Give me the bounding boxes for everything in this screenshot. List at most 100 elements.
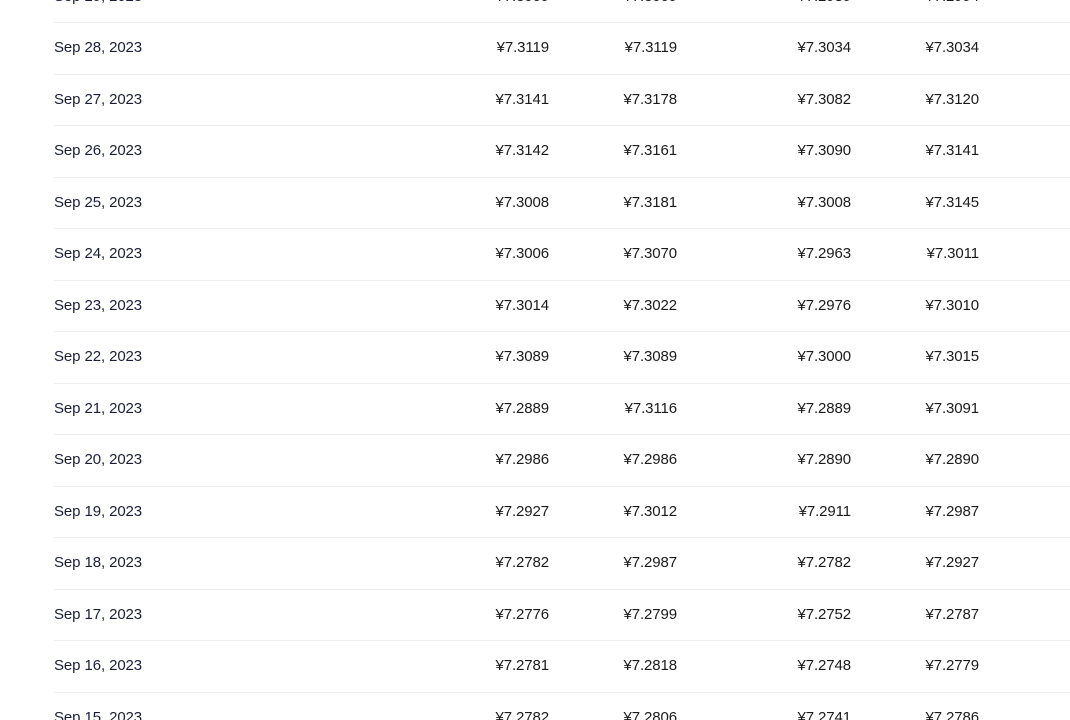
cell-high: ¥7.3181 <box>549 177 677 229</box>
cell-date: Sep 21, 2023 <box>54 383 401 435</box>
cell-date: Sep 22, 2023 <box>54 331 401 384</box>
cell-high: ¥7.3070 <box>549 228 677 281</box>
cell-low: ¥7.3090 <box>677 125 851 178</box>
cell-close: ¥7.2787 <box>851 589 979 641</box>
cell-date: Sep 29, 2023 <box>54 0 401 23</box>
table-row[interactable]: Sep 20, 2023 ¥7.2986 ¥7.2986 ¥7.2890 ¥7.2890 <box>0 434 1070 487</box>
row-left-gutter <box>0 538 54 590</box>
row-left-gutter <box>0 332 54 384</box>
cell-close: ¥7.2927 <box>851 537 979 590</box>
table-body: Sep 29, 2023¥7.3009¥7.3009¥7.2989¥7.2994… <box>0 0 1070 720</box>
row-left-gutter <box>0 23 54 75</box>
cell-open: ¥7.2986 <box>401 434 549 487</box>
row-right-gutter <box>979 280 1070 332</box>
cell-open: ¥7.3006 <box>401 228 549 281</box>
exchange-rate-history-panel: Sep 29, 2023¥7.3009¥7.3009¥7.2989¥7.2994… <box>0 0 1070 720</box>
row-right-gutter <box>979 589 1070 641</box>
row-left-gutter <box>0 126 54 178</box>
cell-high: ¥7.3009 <box>549 0 677 23</box>
cell-date: Sep 17, 2023 <box>54 589 401 641</box>
cell-open: ¥7.3089 <box>401 331 549 384</box>
cell-low: ¥7.3008 <box>677 177 851 229</box>
cell-date: Sep 15, 2023 <box>54 692 401 720</box>
cell-close: ¥7.2786 <box>851 692 979 720</box>
row-right-gutter <box>979 383 1070 435</box>
cell-close: ¥7.3034 <box>851 22 979 75</box>
cell-open: ¥7.2776 <box>401 589 549 641</box>
cell-close: ¥7.2987 <box>851 486 979 538</box>
cell-low: ¥7.2748 <box>677 640 851 693</box>
cell-date: Sep 25, 2023 <box>54 177 401 229</box>
cell-date: Sep 27, 2023 <box>54 74 401 126</box>
table-row[interactable]: Sep 17, 2023 ¥7.2776 ¥7.2799 ¥7.2752 ¥7.2787 <box>0 589 1070 641</box>
table-row[interactable]: Sep 24, 2023 ¥7.3006 ¥7.3070 ¥7.2963 ¥7.3011 <box>0 228 1070 281</box>
row-right-gutter <box>979 640 1070 693</box>
table-row[interactable]: Sep 26, 2023 ¥7.3142 ¥7.3161 ¥7.3090 ¥7.3141 <box>0 125 1070 178</box>
cell-low: ¥7.3000 <box>677 331 851 384</box>
cell-date: Sep 20, 2023 <box>54 434 401 487</box>
row-left-gutter <box>0 641 54 693</box>
cell-open: ¥7.3009 <box>401 0 549 23</box>
table-row[interactable]: Sep 15, 2023 ¥7.2782 ¥7.2806 ¥7.2741 ¥7.2786 <box>0 692 1070 720</box>
row-right-gutter <box>979 22 1070 75</box>
row-left-gutter <box>0 280 54 332</box>
table-row[interactable]: Sep 27, 2023 ¥7.3141 ¥7.3178 ¥7.3082 ¥7.3120 <box>0 74 1070 126</box>
row-right-gutter <box>979 692 1070 720</box>
cell-open: ¥7.2782 <box>401 692 549 720</box>
cell-date: Sep 28, 2023 <box>54 22 401 75</box>
cell-high: ¥7.2986 <box>549 434 677 487</box>
cell-date: Sep 19, 2023 <box>54 486 401 538</box>
cell-high: ¥7.3161 <box>549 125 677 178</box>
cell-low: ¥7.2989 <box>677 0 851 23</box>
cell-date: Sep 24, 2023 <box>54 228 401 281</box>
table-row[interactable]: Sep 28, 2023 ¥7.3119 ¥7.3119 ¥7.3034 ¥7.3034 <box>0 22 1070 75</box>
cell-close: ¥7.2994 <box>851 0 979 23</box>
cell-close: ¥7.3091 <box>851 383 979 435</box>
cell-low: ¥7.2782 <box>677 537 851 590</box>
cell-high: ¥7.2799 <box>549 589 677 641</box>
cell-date: Sep 18, 2023 <box>54 537 401 590</box>
cell-open: ¥7.3141 <box>401 74 549 126</box>
table-row[interactable]: Sep 23, 2023 ¥7.3014 ¥7.3022 ¥7.2976 ¥7.3010 <box>0 280 1070 332</box>
table-row[interactable]: Sep 21, 2023 ¥7.2889 ¥7.3116 ¥7.2889 ¥7.3091 <box>0 383 1070 435</box>
table-row[interactable]: Sep 18, 2023 ¥7.2782 ¥7.2987 ¥7.2782 ¥7.2927 <box>0 537 1070 590</box>
row-right-gutter <box>979 331 1070 384</box>
cell-high: ¥7.2987 <box>549 537 677 590</box>
cell-low: ¥7.2741 <box>677 692 851 720</box>
cell-low: ¥7.3034 <box>677 22 851 75</box>
cell-high: ¥7.3178 <box>549 74 677 126</box>
cell-low: ¥7.2890 <box>677 434 851 487</box>
row-left-gutter <box>0 0 54 23</box>
cell-close: ¥7.3120 <box>851 74 979 126</box>
table-row[interactable]: Sep 22, 2023 ¥7.3089 ¥7.3089 ¥7.3000 ¥7.3015 <box>0 331 1070 384</box>
table-row[interactable]: Sep 25, 2023 ¥7.3008 ¥7.3181 ¥7.3008 ¥7.3145 <box>0 177 1070 229</box>
cell-close: ¥7.2890 <box>851 434 979 487</box>
table-row[interactable]: Sep 19, 2023 ¥7.2927 ¥7.3012 ¥7.2911 ¥7.2987 <box>0 486 1070 538</box>
table-row[interactable]: Sep 16, 2023 ¥7.2781 ¥7.2818 ¥7.2748 ¥7.2779 <box>0 640 1070 693</box>
cell-open: ¥7.2927 <box>401 486 549 538</box>
cell-high: ¥7.3119 <box>549 22 677 75</box>
row-left-gutter <box>0 589 54 641</box>
row-right-gutter <box>979 537 1070 590</box>
cell-close: ¥7.3011 <box>851 228 979 281</box>
table-row[interactable]: Sep 29, 2023¥7.3009¥7.3009¥7.2989¥7.2994 <box>0 0 1070 23</box>
cell-high: ¥7.2818 <box>549 640 677 693</box>
row-right-gutter <box>979 177 1070 229</box>
cell-close: ¥7.3015 <box>851 331 979 384</box>
cell-low: ¥7.2911 <box>677 486 851 538</box>
cell-low: ¥7.2889 <box>677 383 851 435</box>
cell-date: Sep 26, 2023 <box>54 125 401 178</box>
cell-close: ¥7.3010 <box>851 280 979 332</box>
row-right-gutter <box>979 228 1070 281</box>
cell-low: ¥7.2976 <box>677 280 851 332</box>
cell-low: ¥7.3082 <box>677 74 851 126</box>
cell-close: ¥7.3141 <box>851 125 979 178</box>
cell-high: ¥7.3116 <box>549 383 677 435</box>
cell-open: ¥7.2781 <box>401 640 549 693</box>
row-left-gutter <box>0 74 54 126</box>
cell-low: ¥7.2752 <box>677 589 851 641</box>
cell-date: Sep 23, 2023 <box>54 280 401 332</box>
cell-open: ¥7.2889 <box>401 383 549 435</box>
cell-open: ¥7.3014 <box>401 280 549 332</box>
row-right-gutter <box>979 125 1070 178</box>
